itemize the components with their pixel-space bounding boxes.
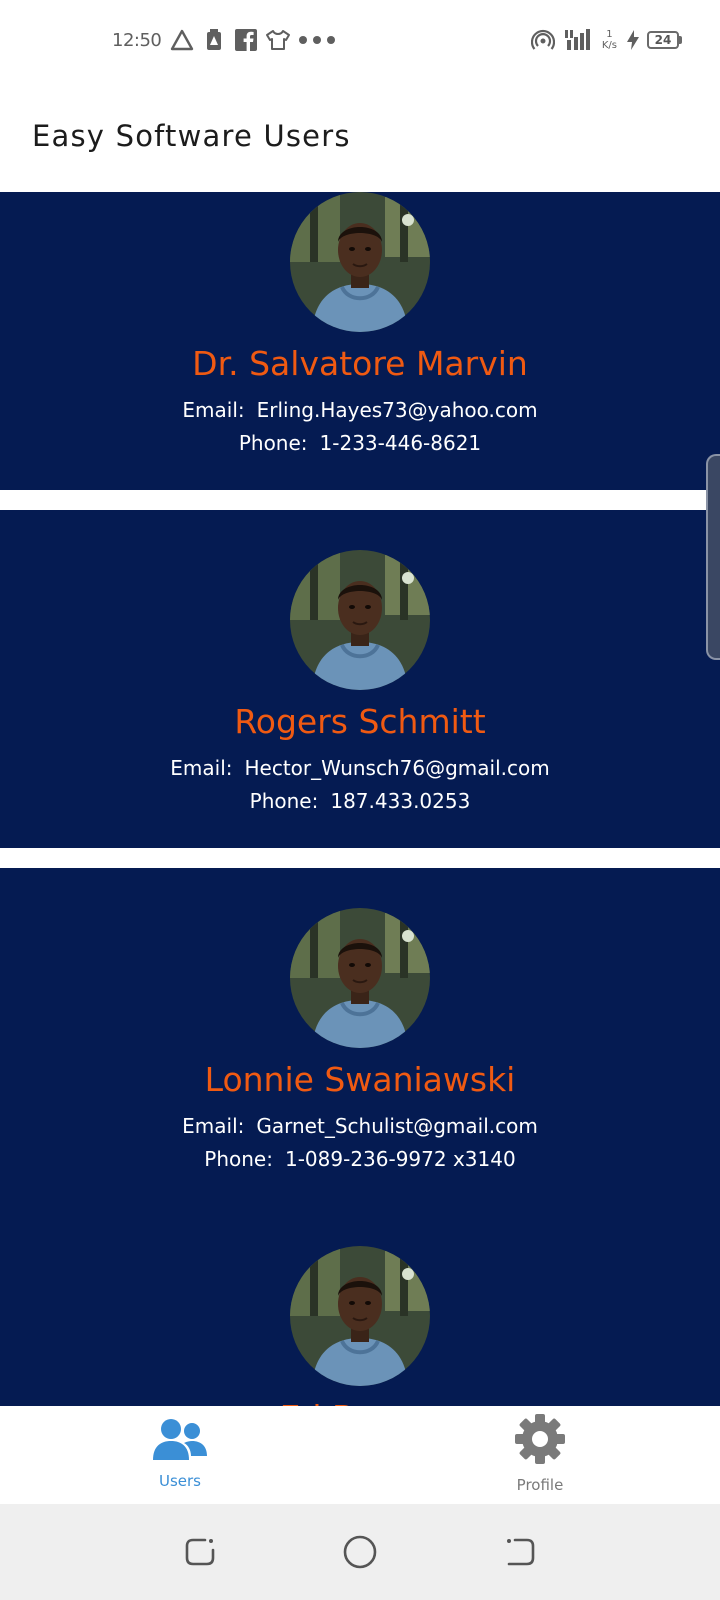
screen: 12:50 1 K/s 24 Easy Software Users Dr. S… [0,0,720,1600]
email-label: Email: [170,756,233,780]
user-name: Ed Berg... [0,1398,720,1406]
user-name: Lonnie Swaniawski [204,1060,516,1099]
tab-users-label: Users [158,1472,201,1490]
user-email: Email: Garnet_Schulist@gmail.com [0,1114,720,1138]
user-phone: Phone: 1-233-446-8621 [0,431,720,455]
user-list[interactable]: Dr. Salvatore Marvin Email: Erling.Hayes7… [0,192,720,1406]
status-time: 12:50 [112,29,162,51]
tab-profile-label: Profile [516,1476,564,1494]
status-left: 12:50 [112,27,343,53]
network-speed-unit: K/s [601,40,617,51]
phone-label: Phone: [249,789,319,813]
back-button[interactable] [498,1530,542,1574]
status-right: 1 K/s 24 [530,27,682,53]
phone-value: 1-089-236-9972 x3140 [284,1147,516,1171]
triangle-notification-icon [169,27,195,53]
charging-icon [625,27,641,53]
email-value: Hector_Wunsch76@gmail.com [244,756,550,780]
user-email: Email: Erling.Hayes73@yahoo.com [0,398,720,422]
phone-label: Phone: [238,431,308,455]
shirt-icon [265,27,291,53]
network-speed: 1 K/s [602,29,617,51]
battery-icon: 24 [647,31,682,49]
email-value: Erling.Hayes73@yahoo.com [256,398,538,422]
user-email: Email: Hector_Wunsch76@gmail.com [0,756,720,780]
user-name: Dr. Salvatore Marvin [192,344,528,383]
facebook-icon [233,27,259,53]
recent-apps-button[interactable] [178,1530,222,1574]
user-card[interactable]: Lonnie Swaniawski Email: Garnet_Schulist@… [0,868,720,1206]
email-label: Email: [182,1114,245,1138]
user-phone: Phone: 187.433.0253 [0,789,720,813]
home-button[interactable] [338,1530,382,1574]
phone-label: Phone: [204,1147,273,1171]
bottom-nav: Users Profile [0,1406,720,1504]
user-phone: Phone: 1-089-236-9972 x3140 [0,1147,720,1171]
battery-tip [679,36,682,44]
email-value: Garnet_Schulist@gmail.com [256,1114,538,1138]
system-nav-bar [0,1504,720,1600]
more-notifications-icon [297,27,337,53]
users-icon [151,1418,209,1466]
battery-level: 24 [647,31,679,49]
app-bar: Easy Software Users [0,80,720,192]
avatar [290,908,430,1048]
avatar [290,1246,430,1386]
signal-icon [562,27,592,53]
user-card[interactable]: Rogers Schmitt Email: Hector_Wunsch76@gma… [0,510,720,848]
status-bar: 12:50 1 K/s 24 [0,0,720,80]
avatar [290,192,430,332]
hotspot-icon [530,27,556,53]
email-label: Email: [182,398,245,422]
avatar [290,550,430,690]
phone-value: 187.433.0253 [330,789,471,813]
tab-profile[interactable]: Profile [360,1406,720,1504]
user-name: Rogers Schmitt [234,702,486,741]
tab-users[interactable]: Users [0,1406,360,1504]
user-card[interactable]: Ed Berg... [0,1206,720,1406]
network-speed-value: 1 [606,29,613,40]
sim-warning-icon [201,27,227,53]
scrollbar-thumb[interactable] [706,454,720,660]
phone-value: 1-233-446-8621 [319,431,482,455]
user-card[interactable]: Dr. Salvatore Marvin Email: Erling.Hayes7… [0,192,720,490]
gear-icon [513,1414,567,1470]
page-title: Easy Software Users [32,119,351,153]
